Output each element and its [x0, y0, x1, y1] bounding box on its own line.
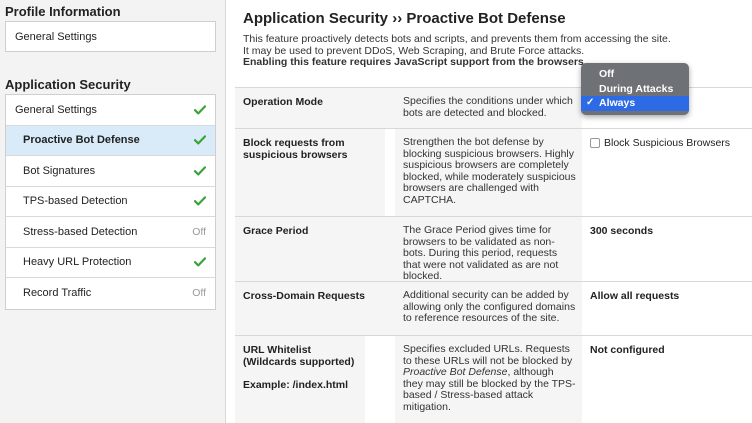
sidebar-item-proactive-bot-defense[interactable]: Proactive Bot Defense: [6, 125, 215, 156]
setting-description: Strengthen the bot defense by blocking s…: [395, 129, 582, 216]
dropdown-option-off[interactable]: Off: [581, 67, 689, 82]
setting-value: Allow all requests: [590, 290, 680, 302]
sidebar: Profile Information General Settings App…: [0, 0, 226, 423]
setting-example: Example: /index.html: [243, 379, 349, 391]
setting-value: 300 seconds: [590, 225, 654, 237]
setting-value: Not configured: [590, 344, 665, 356]
sidebar-item-heavy-url-protection[interactable]: Heavy URL Protection: [6, 248, 215, 278]
description-emphasis: Proactive Bot Defense: [403, 366, 508, 378]
checkmark-icon: ✓: [586, 97, 595, 108]
option-label: During Attacks: [599, 82, 674, 95]
sidebar-item-general-settings[interactable]: General Settings: [6, 95, 215, 126]
operation-mode-dropdown-menu: Off During Attacks ✓ Always: [581, 63, 689, 115]
checkmark-icon: [194, 105, 206, 115]
status-off-label: Off: [192, 225, 206, 238]
block-suspicious-cell: Block Suspicious Browsers: [582, 129, 752, 216]
setting-name: URL Whitelist (Wildcards supported): [243, 344, 355, 368]
checkbox-box[interactable]: [590, 138, 600, 148]
checkbox-label: Block Suspicious Browsers: [604, 137, 731, 149]
setting-description: Specifies excluded URLs. Requests to the…: [395, 336, 582, 423]
setting-description: Additional security can be added by allo…: [395, 282, 582, 335]
dropdown-option-always[interactable]: ✓ Always: [581, 96, 689, 111]
sidebar-item-label: Stress-based Detection: [23, 225, 138, 238]
sidebar-item-label: TPS-based Detection: [23, 195, 128, 208]
description-text: Specifies excluded URLs. Requests to the…: [403, 343, 573, 367]
profile-menu: General Settings: [5, 21, 216, 52]
sidebar-item-profile-general-settings[interactable]: General Settings: [6, 22, 215, 51]
option-label: Off: [599, 68, 615, 80]
sidebar-item-label: Proactive Bot Defense: [23, 134, 140, 147]
sidebar-item-label: Heavy URL Protection: [23, 256, 132, 269]
sidebar-item-label: General Settings: [15, 103, 97, 116]
page-title: Application Security ›› Proactive Bot De…: [243, 10, 566, 27]
checkmark-icon: [194, 166, 206, 176]
sidebar-item-record-traffic[interactable]: Record Traffic Off: [6, 278, 215, 309]
profile-information-heading: Profile Information: [5, 4, 121, 19]
application-security-menu: General Settings Proactive Bot Defense B…: [5, 94, 216, 310]
setting-name: Grace Period: [235, 217, 395, 281]
sidebar-item-label: General Settings: [15, 30, 97, 43]
sidebar-item-bot-signatures[interactable]: Bot Signatures: [6, 156, 215, 187]
checkmark-icon: [194, 257, 206, 267]
checkmark-icon: [194, 135, 206, 145]
application-security-heading: Application Security: [5, 77, 131, 92]
setting-row-url-whitelist: URL Whitelist (Wildcards supported) Exam…: [235, 335, 752, 423]
setting-row-block-suspicious: Block requests from suspicious browsers …: [235, 128, 752, 216]
sidebar-item-label: Record Traffic: [23, 287, 92, 300]
checkmark-icon: [194, 196, 206, 206]
sidebar-item-label: Bot Signatures: [23, 164, 96, 177]
description-line: This feature proactively detects bots an…: [243, 33, 671, 45]
setting-row-grace-period: Grace Period The Grace Period gives time…: [235, 216, 752, 282]
sidebar-item-stress-based-detection[interactable]: Stress-based Detection Off: [6, 217, 215, 248]
setting-name: Operation Mode: [235, 88, 395, 128]
dropdown-option-during-attacks[interactable]: During Attacks: [581, 82, 689, 97]
status-off-label: Off: [192, 287, 206, 300]
setting-row-cross-domain: Cross-Domain Requests Additional securit…: [235, 281, 752, 335]
block-suspicious-browsers-checkbox[interactable]: Block Suspicious Browsers: [590, 137, 752, 149]
setting-description: Specifies the conditions under which bot…: [395, 88, 582, 128]
setting-name-cell: URL Whitelist (Wildcards supported) Exam…: [235, 336, 365, 423]
option-label: Always: [599, 97, 636, 109]
setting-name: Cross-Domain Requests: [235, 282, 395, 335]
setting-description: The Grace Period gives time for browsers…: [395, 217, 582, 282]
setting-name: Block requests from suspicious browsers: [235, 129, 385, 216]
sidebar-item-tps-based-detection[interactable]: TPS-based Detection: [6, 187, 215, 217]
